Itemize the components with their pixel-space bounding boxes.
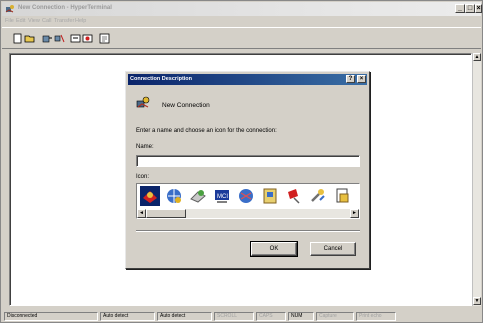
icon-label: Icon:: [136, 174, 150, 180]
status-autodetect-1: Auto detect: [100, 312, 155, 321]
connection-icon: [136, 96, 150, 108]
ok-button[interactable]: OK: [250, 241, 298, 257]
icon-list[interactable]: MCI ◄ ►: [136, 183, 360, 219]
dialog-title-bar[interactable]: Connection Description ? ×: [128, 74, 367, 85]
title-bar[interactable]: New Connection - HyperTerminal _ □ ×: [2, 2, 482, 16]
properties-icon[interactable]: [99, 33, 110, 44]
menu-transfer[interactable]: Transfer: [54, 18, 74, 24]
connection-description-dialog: Connection Description ? × New Connectio…: [125, 71, 370, 269]
disconnect-icon[interactable]: [54, 33, 65, 44]
close-button[interactable]: ×: [475, 4, 482, 13]
phone-icon[interactable]: [140, 186, 160, 206]
maximize-button[interactable]: □: [465, 4, 475, 13]
scroll-thumb[interactable]: [146, 209, 186, 218]
name-input[interactable]: [136, 155, 360, 167]
scroll-down-button[interactable]: ▼: [473, 297, 481, 305]
globe-icon[interactable]: [164, 186, 184, 206]
dialog-prompt: Enter a name and choose an icon for the …: [136, 128, 277, 134]
document-icon[interactable]: [332, 186, 352, 206]
status-bar: Disconnected Auto detect Auto detect SCR…: [2, 311, 481, 322]
menu-call[interactable]: Call: [42, 18, 51, 24]
help-button[interactable]: ?: [346, 75, 355, 83]
hyperterminal-window: New Connection - HyperTerminal _ □ × Fil…: [0, 0, 483, 323]
folder-icon[interactable]: [260, 186, 280, 206]
minimize-button[interactable]: _: [455, 4, 465, 13]
receive-icon[interactable]: [82, 33, 93, 44]
scroll-right-button[interactable]: ►: [350, 209, 359, 218]
status-scroll: SCROLL: [214, 312, 254, 321]
vertical-scrollbar[interactable]: ▲ ▼: [472, 53, 481, 306]
status-num: NUM: [288, 312, 314, 321]
status-print-echo: Print echo: [356, 312, 396, 321]
hyperterminal-icon: [5, 5, 14, 13]
status-capture: Capture: [316, 312, 354, 321]
modem-icon[interactable]: [188, 186, 208, 206]
menu-bar: File Edit View Call Transfer Help: [2, 17, 481, 26]
dialog-separator: [136, 230, 360, 232]
menu-help[interactable]: Help: [75, 18, 86, 24]
svg-text:MCI: MCI: [217, 194, 228, 200]
cancel-button[interactable]: Cancel: [310, 242, 356, 256]
status-caps: CAPS: [256, 312, 286, 321]
new-icon[interactable]: [12, 33, 23, 44]
status-autodetect-2: Auto detect: [157, 312, 212, 321]
dialog-close-button[interactable]: ×: [357, 75, 366, 83]
wrench-icon[interactable]: [308, 186, 328, 206]
scroll-left-button[interactable]: ◄: [137, 209, 146, 218]
connect-icon[interactable]: [42, 33, 53, 44]
window-title: New Connection - HyperTerminal: [18, 5, 112, 11]
dialog-title: Connection Description: [130, 76, 193, 82]
status-connection: Disconnected: [4, 312, 98, 321]
menu-file[interactable]: File: [5, 18, 14, 24]
connection-name-label: New Connection: [162, 102, 210, 109]
menu-view[interactable]: View: [28, 18, 40, 24]
toolbar: [2, 27, 481, 49]
open-icon[interactable]: [24, 33, 35, 44]
icon-horizontal-scrollbar[interactable]: ◄ ►: [137, 209, 359, 218]
send-icon[interactable]: [70, 33, 81, 44]
satellite-icon[interactable]: [284, 186, 304, 206]
mci-icon[interactable]: MCI: [212, 186, 232, 206]
network-icon[interactable]: [236, 186, 256, 206]
name-label: Name:: [136, 144, 154, 150]
menu-edit[interactable]: Edit: [16, 18, 25, 24]
scroll-up-button[interactable]: ▲: [473, 53, 481, 61]
